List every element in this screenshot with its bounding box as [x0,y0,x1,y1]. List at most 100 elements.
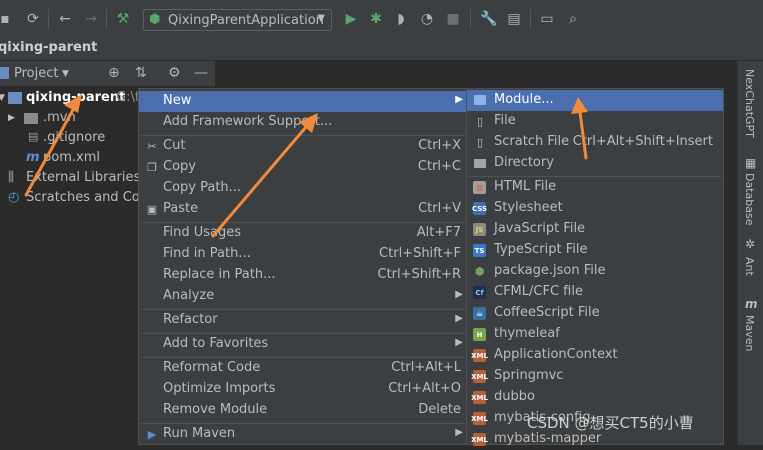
project-icon [0,67,9,79]
menu-item-copy-path[interactable]: Copy Path... [139,178,467,199]
search-icon[interactable]: ⌕ [564,10,582,28]
menu-item-add-framework-support[interactable]: Add Framework Support... [139,112,467,133]
tool-window-maven[interactable]: Maven [743,315,756,351]
file-icon: ▤ [28,130,39,143]
toolbar-separator [530,9,531,29]
coverage-icon[interactable]: ◗ [392,10,410,28]
minimize-icon[interactable]: — [194,65,208,81]
toolbar-separator [106,9,107,29]
new-submenu: Module... ▯ File ▯ Scratch File Ctrl+Alt… [466,88,724,446]
menu-item-find-in-path[interactable]: Find in Path... Ctrl+Shift+F [139,244,467,265]
chevron-down-icon[interactable]: ▼ [62,69,69,79]
folder-icon [24,113,38,124]
menu-item-find-usages[interactable]: Find Usages Alt+F7 [139,223,467,244]
menu-item-run-maven[interactable]: ▶ Run Maven ▶ [139,424,467,445]
submenu-item-directory[interactable]: Directory [467,153,723,174]
menu-item-reformat-code[interactable]: Reformat Code Ctrl+Alt+L [139,358,467,379]
xml-icon: XML [471,370,488,383]
submenu-arrow-icon: ▶ [455,289,463,300]
tree-item-label: qixing-parent [26,90,126,105]
menu-item-analyze[interactable]: Analyze ▶ [139,286,467,307]
submenu-item-applicationcontext[interactable]: XML ApplicationContext [467,345,723,366]
cut-icon: ✂ [147,139,157,153]
submenu-item-html-file[interactable]: ▤ HTML File [467,177,723,198]
tool-window-database[interactable]: Database [743,173,756,226]
submenu-item-module[interactable]: Module... [467,90,723,111]
menu-item-paste[interactable]: ▣ Paste Ctrl+V [139,199,467,220]
right-tool-strip: NexChatGPT ▦ Database ✲ Ant m Maven [737,61,763,445]
maven-icon: m [26,150,40,165]
folder-icon [473,156,487,170]
file-icon: ▯ [476,114,484,128]
menu-item-optimize-imports[interactable]: Optimize Imports Ctrl+Alt+O [139,379,467,400]
xml-icon: XML [471,433,488,446]
menu-item-replace-in-path[interactable]: Replace in Path... Ctrl+Shift+R [139,265,467,286]
tree-item-label: External Libraries [26,170,141,185]
run-icon[interactable]: ▶ [342,10,360,28]
thymeleaf-icon: H [473,328,486,341]
javascript-icon: JS [473,223,486,236]
css-icon: CSS [472,202,487,215]
maven-run-icon: ▶ [147,427,157,441]
submenu-item-thymeleaf[interactable]: H thymeleaf [467,324,723,345]
submenu-item-coffeescript-file[interactable]: ☕ CoffeeScript File [467,303,723,324]
module-icon [473,93,487,107]
run-configuration-select[interactable]: ⬢ QixingParentApplication ▼ [143,9,332,31]
menu-item-add-to-favorites[interactable]: Add to Favorites ▶ [139,334,467,355]
project-view-select[interactable]: Project [14,66,58,81]
copy-icon: ❐ [147,160,157,174]
menu-item-cut[interactable]: ✂ Cut Ctrl+X [139,136,467,157]
tool-window-ant[interactable]: Ant [743,257,756,276]
sync-icon[interactable]: ⟳ [24,10,42,28]
gear-icon[interactable]: ⚙ [168,65,181,81]
submenu-item-cfml-file[interactable]: Cf CFML/CFC file [467,282,723,303]
submenu-item-package-json[interactable]: ⬢ package.json File [467,261,723,282]
tree-item-label: .gitignore [43,130,106,145]
ant-icon[interactable]: ✲ [745,237,755,251]
save-icon[interactable]: ▪ [0,10,14,28]
html-icon: ▤ [473,181,486,194]
tool-window-nexchatgpt[interactable]: NexChatGPT [743,69,756,138]
menu-item-new[interactable]: New ▶ [139,91,467,112]
profile-icon[interactable]: ◔ [418,10,436,28]
settings-icon[interactable]: 🔧 [480,10,498,28]
submenu-item-javascript-file[interactable]: JS JavaScript File [467,219,723,240]
toolbar-separator [48,9,49,29]
expanded-arrow-icon[interactable]: ▼ [0,93,5,103]
submenu-item-scratch-file[interactable]: ▯ Scratch File Ctrl+Alt+Shift+Insert [467,132,723,153]
toolbar-separator [470,9,471,29]
submenu-item-dubbo[interactable]: XML dubbo [467,387,723,408]
spring-boot-icon: ⬢ [149,12,161,27]
locate-icon[interactable]: ⊕ [108,65,120,81]
stop-icon[interactable]: ■ [444,10,462,28]
submenu-item-springmvc[interactable]: XML Springmvc [467,366,723,387]
submenu-arrow-icon: ▶ [455,427,463,438]
menu-item-refactor[interactable]: Refactor ▶ [139,310,467,331]
collapse-icon[interactable]: ⇅ [135,65,147,81]
database-icon[interactable]: ▦ [745,156,756,170]
forward-icon[interactable]: → [82,10,100,28]
debug-icon[interactable]: ✱ [367,10,385,28]
submenu-item-stylesheet[interactable]: CSS Stylesheet [467,198,723,219]
build-icon[interactable]: ⚒ [114,10,132,28]
library-icon: ⫼ [8,170,14,185]
terminal-icon[interactable]: ▭ [538,10,556,28]
back-icon[interactable]: ← [56,10,74,28]
submenu-item-typescript-file[interactable]: TS TypeScript File [467,240,723,261]
tree-item-label: pom.xml [43,150,100,165]
project-structure-icon[interactable]: ▤ [505,10,523,28]
collapsed-arrow-icon[interactable]: ▶ [8,113,15,123]
tree-item-path: G:\t [116,90,140,105]
xml-icon: XML [471,391,488,404]
project-panel-header: Project ▼ ⊕ ⇅ ⚙ — [0,61,215,86]
chevron-down-icon: ▼ [317,13,325,24]
paste-icon: ▣ [146,202,158,216]
scratches-icon: ◴ [8,190,20,205]
menu-item-remove-module[interactable]: Remove Module Delete [139,400,467,421]
breadcrumb-project[interactable]: qixing-parent [0,40,97,55]
maven-icon[interactable]: m [745,297,758,311]
submenu-item-file[interactable]: ▯ File [467,111,723,132]
menu-item-copy[interactable]: ❐ Copy Ctrl+C [139,157,467,178]
submenu-arrow-icon: ▶ [455,94,463,105]
breadcrumb: qixing-parent [0,38,763,61]
